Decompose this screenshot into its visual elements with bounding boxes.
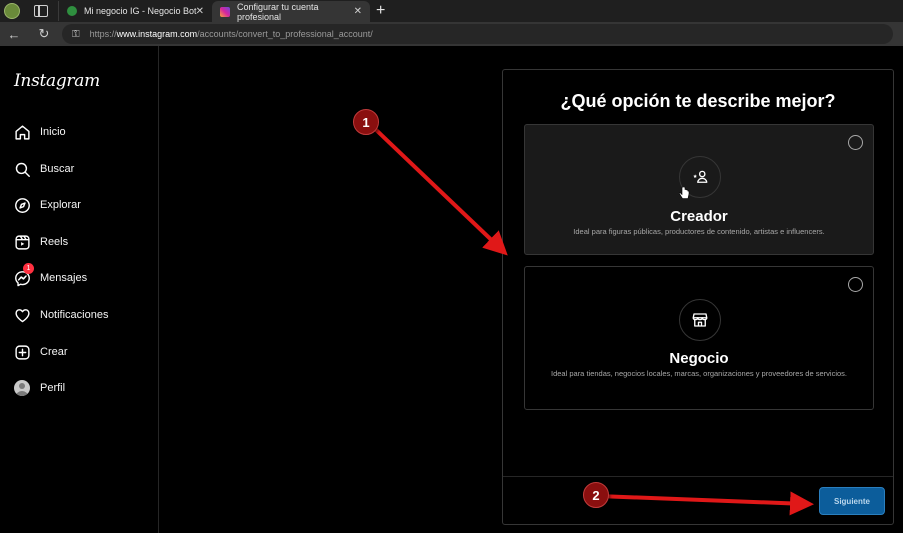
tab-title: Mi negocio IG - Negocio Bot bbox=[84, 6, 197, 16]
option-title: Negocio bbox=[669, 350, 729, 367]
sidebar-item-label: Reels bbox=[40, 236, 69, 248]
sidebar-item-crear[interactable]: Crear bbox=[13, 342, 68, 362]
messenger-icon: 1 bbox=[13, 263, 34, 287]
sidebar-item-label: Perfil bbox=[40, 382, 66, 394]
sidebar-item-label: Crear bbox=[40, 346, 68, 358]
heart-icon bbox=[13, 306, 31, 324]
search-icon bbox=[13, 160, 31, 178]
avatar bbox=[14, 380, 30, 396]
sidebar-item-reels[interactable]: Reels bbox=[13, 232, 68, 252]
reload-icon[interactable]: ↻ bbox=[32, 26, 56, 42]
home-icon bbox=[13, 123, 31, 141]
annotation-arrow bbox=[370, 124, 508, 256]
tab-close-icon[interactable]: ✕ bbox=[354, 6, 362, 17]
professional-account-dialog: ¿Qué opción te describe mejor? Creador I… bbox=[502, 69, 894, 525]
sidebar-item-label: Explorar bbox=[40, 199, 81, 211]
new-tab-button[interactable]: + bbox=[376, 3, 385, 19]
sidebar-item-label: Mensajes bbox=[40, 272, 88, 284]
browser-tab-active[interactable]: Configurar tu cuenta profesional ✕ bbox=[212, 1, 370, 22]
hand-cursor-icon bbox=[679, 186, 690, 199]
url-field[interactable]: ⚿ https://www.instagram.com/accounts/con… bbox=[62, 24, 893, 44]
browser-profile-avatar[interactable] bbox=[4, 3, 20, 19]
option-description: Ideal para tiendas, negocios locales, ma… bbox=[551, 369, 847, 378]
address-bar-row: ← ↻ ⚿ https://www.instagram.com/accounts… bbox=[0, 22, 903, 46]
avatar-icon bbox=[13, 379, 31, 397]
browser-tab-bar: Mi negocio IG - Negocio Bot ✕ Configurar… bbox=[0, 0, 903, 22]
plus-square-icon bbox=[13, 343, 31, 361]
sidebar-item-label: Buscar bbox=[40, 163, 75, 175]
instagram-favicon-icon bbox=[220, 6, 230, 17]
vertical-tabs-icon[interactable] bbox=[34, 5, 48, 17]
url-host: www.instagram.com bbox=[116, 29, 198, 39]
sidebar-item-label: Inicio bbox=[40, 126, 66, 138]
next-button[interactable]: Siguiente bbox=[819, 487, 885, 515]
store-icon bbox=[679, 299, 721, 341]
option-card-negocio[interactable]: Negocio Ideal para tiendas, negocios loc… bbox=[524, 266, 874, 410]
browser-tab[interactable]: Mi negocio IG - Negocio Bot ✕ bbox=[58, 1, 212, 21]
tab-title: Configurar tu cuenta profesional bbox=[237, 1, 319, 22]
instagram-logo[interactable]: Instagram bbox=[14, 71, 100, 91]
radio-button[interactable] bbox=[848, 135, 863, 150]
annotation-marker: 1 bbox=[353, 109, 379, 135]
back-arrow-icon[interactable]: ← bbox=[2, 27, 26, 42]
sidebar-item-notificaciones[interactable]: Notificaciones bbox=[13, 305, 108, 325]
dialog-title: ¿Qué opción te describe mejor? bbox=[560, 91, 836, 111]
option-description: Ideal para figuras públicas, productores… bbox=[573, 227, 825, 236]
site-info-icon[interactable]: ⚿ bbox=[72, 29, 80, 40]
sidebar-item-explorar[interactable]: Explorar bbox=[13, 195, 81, 215]
sidebar-item-mensajes[interactable]: 1 Mensajes bbox=[13, 263, 88, 288]
url-prefix: https:// bbox=[89, 29, 117, 39]
unread-badge: 1 bbox=[23, 263, 34, 274]
radio-button[interactable] bbox=[848, 277, 863, 292]
sidebar-item-inicio[interactable]: Inicio bbox=[13, 122, 66, 142]
url-path: /accounts/convert_to_professional_accoun… bbox=[197, 29, 373, 39]
option-card-creador[interactable]: Creador Ideal para figuras públicas, pro… bbox=[524, 124, 874, 255]
tab-close-icon[interactable]: ✕ bbox=[196, 6, 204, 17]
sidebar-item-buscar[interactable]: Buscar bbox=[13, 159, 74, 179]
compass-icon bbox=[13, 196, 31, 214]
sidebar-item-label: Notificaciones bbox=[40, 309, 109, 321]
tab-favicon-icon bbox=[67, 6, 77, 16]
reels-icon bbox=[13, 233, 31, 251]
annotation-marker: 2 bbox=[583, 482, 609, 508]
option-title: Creador bbox=[670, 208, 728, 225]
dialog-footer-divider bbox=[503, 476, 893, 477]
sidebar-item-perfil[interactable]: Perfil bbox=[13, 378, 65, 398]
sidebar: Instagram Inicio Buscar Explorar Reels 1… bbox=[0, 46, 159, 533]
